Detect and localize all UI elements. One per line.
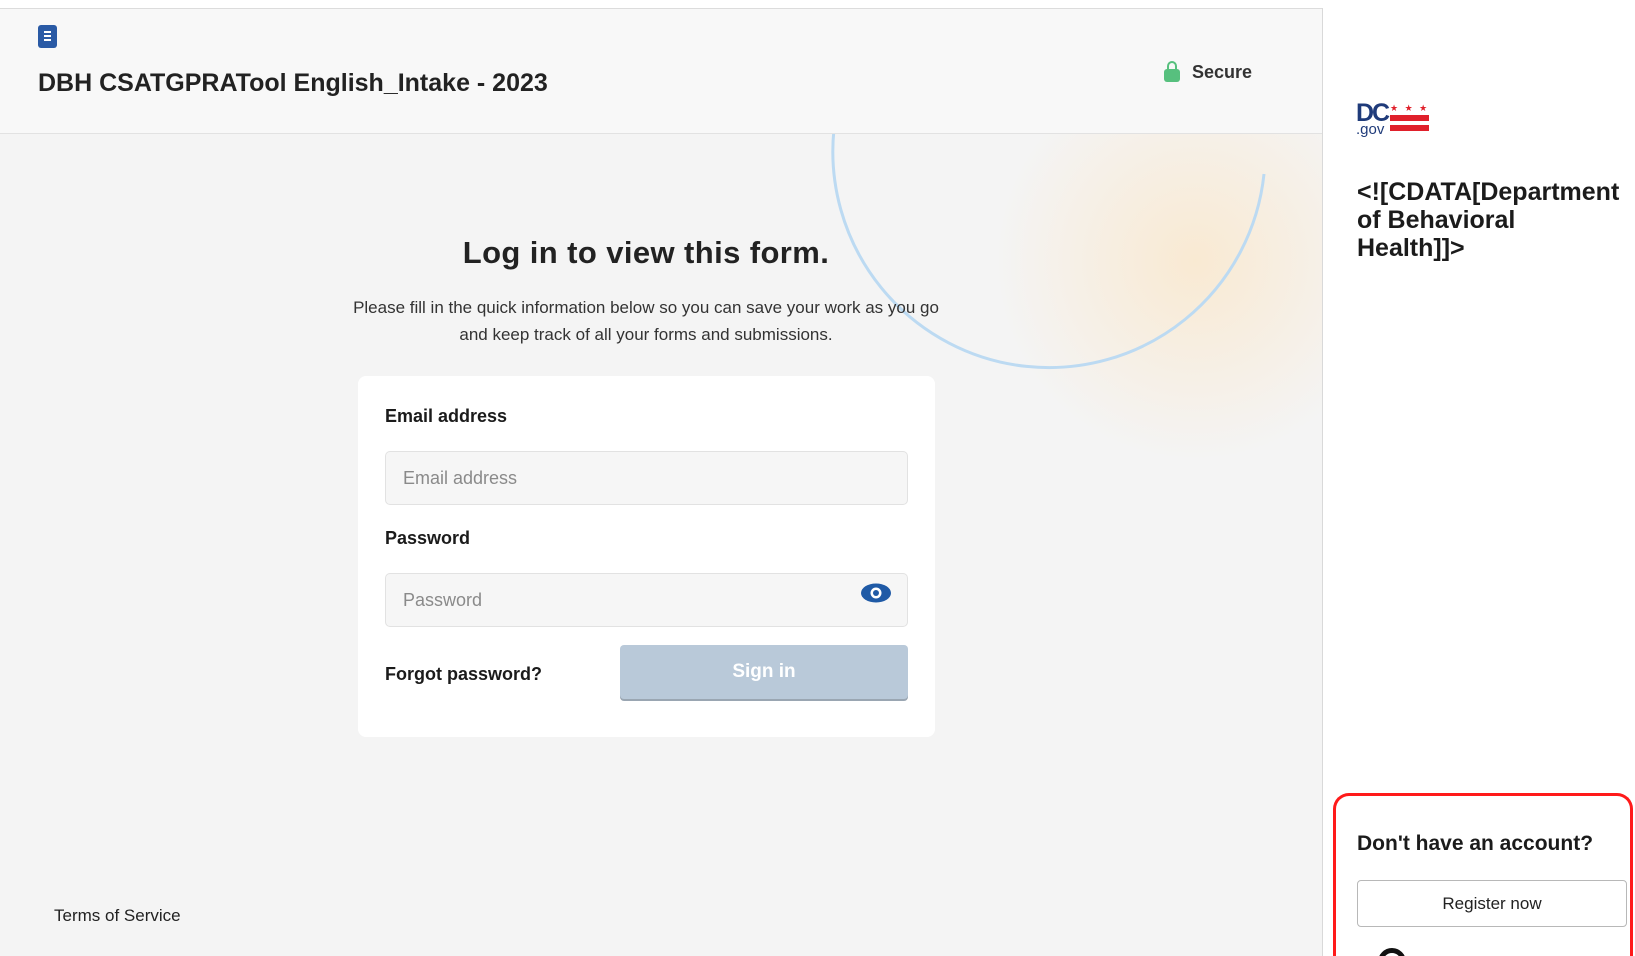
document-icon bbox=[38, 25, 57, 48]
main-panel: DBH CSATGPRATool English_Intake - 2023 S… bbox=[0, 8, 1322, 956]
form-title: DBH CSATGPRATool English_Intake - 2023 bbox=[38, 69, 548, 97]
dc-logo-stars: ★ ★ ★ bbox=[1390, 103, 1430, 113]
page: DBH CSATGPRATool English_Intake - 2023 S… bbox=[0, 0, 1635, 956]
dc-logo-stripe bbox=[1390, 115, 1429, 121]
register-highlight bbox=[1333, 793, 1633, 956]
sidebar: DC .gov ★ ★ ★ <![CDATA[Department of Beh… bbox=[1322, 8, 1635, 956]
password-field[interactable] bbox=[385, 573, 908, 627]
login-heading: Log in to view this form. bbox=[462, 235, 830, 270]
sign-in-button[interactable]: Sign in bbox=[620, 645, 908, 699]
eye-icon[interactable] bbox=[860, 583, 892, 603]
secure-indicator: Secure bbox=[1164, 61, 1252, 83]
lock-icon bbox=[1164, 61, 1180, 83]
email-field[interactable] bbox=[385, 451, 908, 505]
login-card: Email address Password Forgot password? … bbox=[358, 376, 935, 737]
secure-label: Secure bbox=[1192, 61, 1253, 82]
forgot-password-link[interactable]: Forgot password? bbox=[385, 664, 542, 685]
dc-logo-stripe bbox=[1390, 125, 1429, 131]
dc-gov-logo: DC .gov ★ ★ ★ bbox=[1356, 101, 1436, 145]
email-label: Email address bbox=[385, 406, 508, 426]
register-now-button[interactable]: Register now bbox=[1357, 880, 1627, 927]
no-account-label: Don't have an account? bbox=[1357, 832, 1594, 855]
password-label: Password bbox=[385, 528, 471, 548]
organization-name: <![CDATA[Department of Behavioral Health… bbox=[1357, 178, 1620, 262]
form-header: DBH CSATGPRATool English_Intake - 2023 S… bbox=[0, 9, 1322, 134]
login-subtitle: Please fill in the quick information bel… bbox=[353, 298, 939, 344]
dc-logo-suffix: .gov bbox=[1356, 121, 1385, 138]
